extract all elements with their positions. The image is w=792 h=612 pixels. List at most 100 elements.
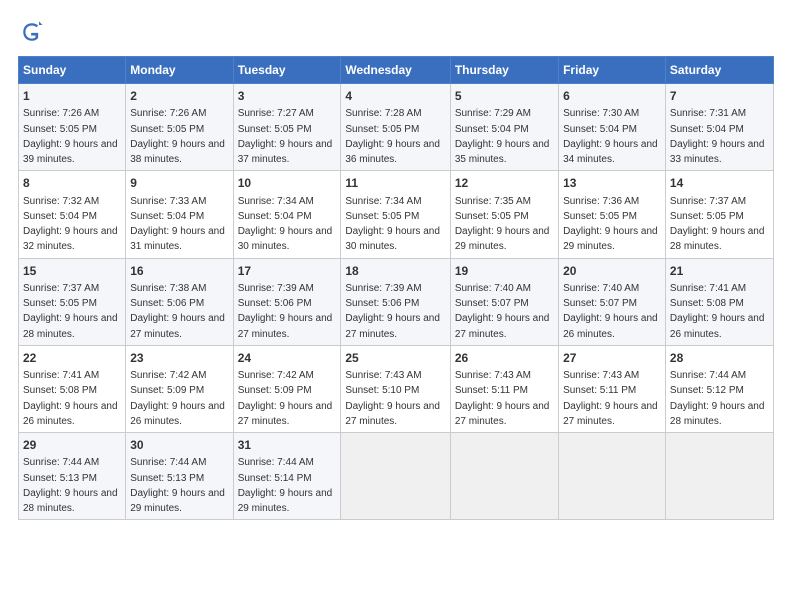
week-row-3: 15 Sunrise: 7:37 AMSunset: 5:05 PMDaylig… — [19, 258, 774, 345]
header-day-tuesday: Tuesday — [233, 57, 341, 84]
calendar-header: SundayMondayTuesdayWednesdayThursdayFrid… — [19, 57, 774, 84]
calendar-cell: 16 Sunrise: 7:38 AMSunset: 5:06 PMDaylig… — [126, 258, 233, 345]
day-info: Sunrise: 7:35 AMSunset: 5:05 PMDaylight:… — [455, 196, 550, 253]
day-info: Sunrise: 7:44 AMSunset: 5:13 PMDaylight:… — [23, 457, 118, 514]
day-number: 5 — [455, 88, 554, 105]
calendar-cell: 22 Sunrise: 7:41 AMSunset: 5:08 PMDaylig… — [19, 345, 126, 432]
day-info: Sunrise: 7:42 AMSunset: 5:09 PMDaylight:… — [130, 370, 225, 427]
calendar-cell: 26 Sunrise: 7:43 AMSunset: 5:11 PMDaylig… — [450, 345, 558, 432]
day-info: Sunrise: 7:42 AMSunset: 5:09 PMDaylight:… — [238, 370, 333, 427]
calendar-cell: 30 Sunrise: 7:44 AMSunset: 5:13 PMDaylig… — [126, 433, 233, 520]
calendar-cell: 20 Sunrise: 7:40 AMSunset: 5:07 PMDaylig… — [559, 258, 666, 345]
calendar-cell — [450, 433, 558, 520]
day-number: 19 — [455, 263, 554, 280]
day-info: Sunrise: 7:37 AMSunset: 5:05 PMDaylight:… — [670, 196, 765, 253]
calendar-body: 1 Sunrise: 7:26 AMSunset: 5:05 PMDayligh… — [19, 84, 774, 520]
day-info: Sunrise: 7:32 AMSunset: 5:04 PMDaylight:… — [23, 196, 118, 253]
header-day-wednesday: Wednesday — [341, 57, 450, 84]
day-number: 1 — [23, 88, 121, 105]
logo-icon — [18, 18, 46, 46]
day-number: 12 — [455, 175, 554, 192]
day-info: Sunrise: 7:28 AMSunset: 5:05 PMDaylight:… — [345, 108, 440, 165]
header-day-thursday: Thursday — [450, 57, 558, 84]
day-number: 4 — [345, 88, 445, 105]
day-number: 31 — [238, 437, 337, 454]
day-number: 30 — [130, 437, 228, 454]
day-info: Sunrise: 7:37 AMSunset: 5:05 PMDaylight:… — [23, 283, 118, 340]
calendar-cell: 5 Sunrise: 7:29 AMSunset: 5:04 PMDayligh… — [450, 84, 558, 171]
day-info: Sunrise: 7:43 AMSunset: 5:11 PMDaylight:… — [563, 370, 658, 427]
day-number: 15 — [23, 263, 121, 280]
day-number: 11 — [345, 175, 445, 192]
calendar-cell: 23 Sunrise: 7:42 AMSunset: 5:09 PMDaylig… — [126, 345, 233, 432]
calendar-cell: 3 Sunrise: 7:27 AMSunset: 5:05 PMDayligh… — [233, 84, 341, 171]
calendar-cell: 19 Sunrise: 7:40 AMSunset: 5:07 PMDaylig… — [450, 258, 558, 345]
day-number: 17 — [238, 263, 337, 280]
day-info: Sunrise: 7:26 AMSunset: 5:05 PMDaylight:… — [130, 108, 225, 165]
day-number: 3 — [238, 88, 337, 105]
calendar-cell: 18 Sunrise: 7:39 AMSunset: 5:06 PMDaylig… — [341, 258, 450, 345]
calendar-cell: 17 Sunrise: 7:39 AMSunset: 5:06 PMDaylig… — [233, 258, 341, 345]
day-info: Sunrise: 7:44 AMSunset: 5:13 PMDaylight:… — [130, 457, 225, 514]
day-info: Sunrise: 7:31 AMSunset: 5:04 PMDaylight:… — [670, 108, 765, 165]
week-row-5: 29 Sunrise: 7:44 AMSunset: 5:13 PMDaylig… — [19, 433, 774, 520]
calendar-cell: 27 Sunrise: 7:43 AMSunset: 5:11 PMDaylig… — [559, 345, 666, 432]
day-number: 26 — [455, 350, 554, 367]
day-info: Sunrise: 7:39 AMSunset: 5:06 PMDaylight:… — [238, 283, 333, 340]
logo — [18, 18, 50, 46]
day-number: 21 — [670, 263, 769, 280]
day-number: 18 — [345, 263, 445, 280]
calendar-cell: 9 Sunrise: 7:33 AMSunset: 5:04 PMDayligh… — [126, 171, 233, 258]
day-info: Sunrise: 7:27 AMSunset: 5:05 PMDaylight:… — [238, 108, 333, 165]
header — [18, 18, 774, 46]
calendar-cell: 14 Sunrise: 7:37 AMSunset: 5:05 PMDaylig… — [665, 171, 773, 258]
day-info: Sunrise: 7:44 AMSunset: 5:12 PMDaylight:… — [670, 370, 765, 427]
header-day-sunday: Sunday — [19, 57, 126, 84]
day-info: Sunrise: 7:41 AMSunset: 5:08 PMDaylight:… — [670, 283, 765, 340]
calendar-cell: 24 Sunrise: 7:42 AMSunset: 5:09 PMDaylig… — [233, 345, 341, 432]
day-number: 16 — [130, 263, 228, 280]
day-info: Sunrise: 7:43 AMSunset: 5:11 PMDaylight:… — [455, 370, 550, 427]
header-row: SundayMondayTuesdayWednesdayThursdayFrid… — [19, 57, 774, 84]
day-info: Sunrise: 7:36 AMSunset: 5:05 PMDaylight:… — [563, 196, 658, 253]
calendar-cell — [559, 433, 666, 520]
day-number: 9 — [130, 175, 228, 192]
day-info: Sunrise: 7:40 AMSunset: 5:07 PMDaylight:… — [455, 283, 550, 340]
calendar-cell: 10 Sunrise: 7:34 AMSunset: 5:04 PMDaylig… — [233, 171, 341, 258]
calendar-cell: 25 Sunrise: 7:43 AMSunset: 5:10 PMDaylig… — [341, 345, 450, 432]
day-number: 8 — [23, 175, 121, 192]
calendar-cell: 12 Sunrise: 7:35 AMSunset: 5:05 PMDaylig… — [450, 171, 558, 258]
header-day-saturday: Saturday — [665, 57, 773, 84]
header-day-friday: Friday — [559, 57, 666, 84]
calendar-cell: 1 Sunrise: 7:26 AMSunset: 5:05 PMDayligh… — [19, 84, 126, 171]
calendar-cell: 6 Sunrise: 7:30 AMSunset: 5:04 PMDayligh… — [559, 84, 666, 171]
calendar-cell: 15 Sunrise: 7:37 AMSunset: 5:05 PMDaylig… — [19, 258, 126, 345]
calendar-cell: 13 Sunrise: 7:36 AMSunset: 5:05 PMDaylig… — [559, 171, 666, 258]
day-info: Sunrise: 7:29 AMSunset: 5:04 PMDaylight:… — [455, 108, 550, 165]
day-info: Sunrise: 7:26 AMSunset: 5:05 PMDaylight:… — [23, 108, 118, 165]
day-info: Sunrise: 7:30 AMSunset: 5:04 PMDaylight:… — [563, 108, 658, 165]
day-number: 10 — [238, 175, 337, 192]
day-number: 14 — [670, 175, 769, 192]
week-row-4: 22 Sunrise: 7:41 AMSunset: 5:08 PMDaylig… — [19, 345, 774, 432]
day-number: 6 — [563, 88, 661, 105]
calendar-cell: 29 Sunrise: 7:44 AMSunset: 5:13 PMDaylig… — [19, 433, 126, 520]
day-info: Sunrise: 7:34 AMSunset: 5:04 PMDaylight:… — [238, 196, 333, 253]
calendar-cell: 8 Sunrise: 7:32 AMSunset: 5:04 PMDayligh… — [19, 171, 126, 258]
calendar-cell: 31 Sunrise: 7:44 AMSunset: 5:14 PMDaylig… — [233, 433, 341, 520]
day-number: 13 — [563, 175, 661, 192]
day-info: Sunrise: 7:33 AMSunset: 5:04 PMDaylight:… — [130, 196, 225, 253]
day-info: Sunrise: 7:39 AMSunset: 5:06 PMDaylight:… — [345, 283, 440, 340]
day-info: Sunrise: 7:41 AMSunset: 5:08 PMDaylight:… — [23, 370, 118, 427]
day-number: 25 — [345, 350, 445, 367]
day-number: 7 — [670, 88, 769, 105]
calendar-cell: 4 Sunrise: 7:28 AMSunset: 5:05 PMDayligh… — [341, 84, 450, 171]
day-number: 20 — [563, 263, 661, 280]
day-number: 23 — [130, 350, 228, 367]
calendar-cell: 28 Sunrise: 7:44 AMSunset: 5:12 PMDaylig… — [665, 345, 773, 432]
calendar-table: SundayMondayTuesdayWednesdayThursdayFrid… — [18, 56, 774, 520]
calendar-cell: 2 Sunrise: 7:26 AMSunset: 5:05 PMDayligh… — [126, 84, 233, 171]
day-number: 29 — [23, 437, 121, 454]
day-number: 22 — [23, 350, 121, 367]
day-number: 2 — [130, 88, 228, 105]
